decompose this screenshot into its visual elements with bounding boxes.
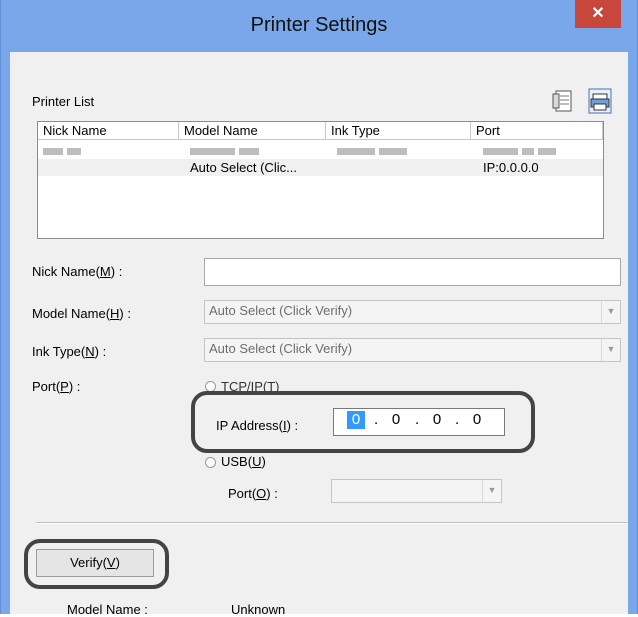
- printer-search-icon[interactable]: [588, 88, 612, 114]
- title-bar[interactable]: Printer Settings ✕: [1, 0, 637, 52]
- chevron-down-icon: ▼: [601, 301, 620, 323]
- usb-radio[interactable]: [205, 457, 216, 468]
- model-name-select[interactable]: Auto Select (Click Verify) ▼: [204, 300, 621, 324]
- usb-label: USB(U): [221, 454, 266, 469]
- nick-name-label: Nick Name(M) :: [32, 264, 123, 279]
- ip-dot: .: [415, 411, 420, 428]
- ink-type-label: Ink Type(N) :: [32, 344, 107, 359]
- ip-dot: .: [455, 411, 460, 428]
- window-title: Printer Settings: [250, 14, 388, 36]
- divider: [36, 522, 628, 524]
- model-name-value: Auto Select (Click Verify): [209, 303, 353, 318]
- redacted-cell: [190, 142, 263, 159]
- ink-type-value: Auto Select (Click Verify): [209, 341, 353, 356]
- column-header-ink-type[interactable]: Ink Type: [326, 122, 471, 140]
- printer-settings-window: Printer Settings ✕ Printer List Nick Nam…: [0, 0, 638, 617]
- chevron-down-icon: ▼: [601, 339, 620, 361]
- usb-port-select[interactable]: ▼: [331, 479, 502, 503]
- model-name-cell: Auto Select (Clic...: [190, 160, 297, 175]
- port-cell: IP:0.0.0.0: [483, 160, 539, 175]
- ip-address-label: IP Address(I) :: [216, 418, 299, 433]
- column-header-port[interactable]: Port: [471, 122, 603, 140]
- model-name-label: Model Name(H) :: [32, 306, 131, 321]
- ip-dot: .: [374, 411, 379, 428]
- ip-octet-3[interactable]: 0: [428, 411, 446, 429]
- table-row[interactable]: Auto Select (Clic... IP:0.0.0.0: [38, 159, 603, 176]
- port-label: Port(P) :: [32, 379, 81, 394]
- verify-model-name-value: Unknown: [231, 602, 286, 617]
- chevron-down-icon: ▼: [482, 480, 501, 502]
- column-header-model-name[interactable]: Model Name: [179, 122, 326, 140]
- verify-button[interactable]: Verify(V): [36, 549, 154, 577]
- redacted-cell: [43, 142, 85, 159]
- redacted-cell: [483, 142, 560, 159]
- close-button[interactable]: ✕: [575, 0, 621, 28]
- ip-octet-4[interactable]: 0: [468, 411, 486, 429]
- ip-octet-2[interactable]: 0: [387, 411, 405, 429]
- printer-list[interactable]: Nick Name Model Name Ink Type Port Auto …: [37, 121, 604, 239]
- column-header-nick-name[interactable]: Nick Name: [38, 122, 179, 140]
- usb-port-label: Port(O) :: [228, 486, 278, 501]
- ip-address-field[interactable]: 0 . 0 . 0 . 0: [333, 408, 505, 436]
- verify-model-name-label: Model Name :: [67, 602, 148, 617]
- redacted-cell: [337, 142, 411, 159]
- printer-list-label: Printer List: [32, 94, 95, 109]
- dialog-body: Printer List Nick Name Model Name Ink Ty…: [10, 52, 628, 617]
- document-settings-icon[interactable]: [552, 88, 576, 114]
- ip-octet-1[interactable]: 0: [347, 411, 365, 429]
- nick-name-field[interactable]: [204, 258, 621, 286]
- ink-type-select[interactable]: Auto Select (Click Verify) ▼: [204, 338, 621, 362]
- table-row[interactable]: [38, 142, 603, 159]
